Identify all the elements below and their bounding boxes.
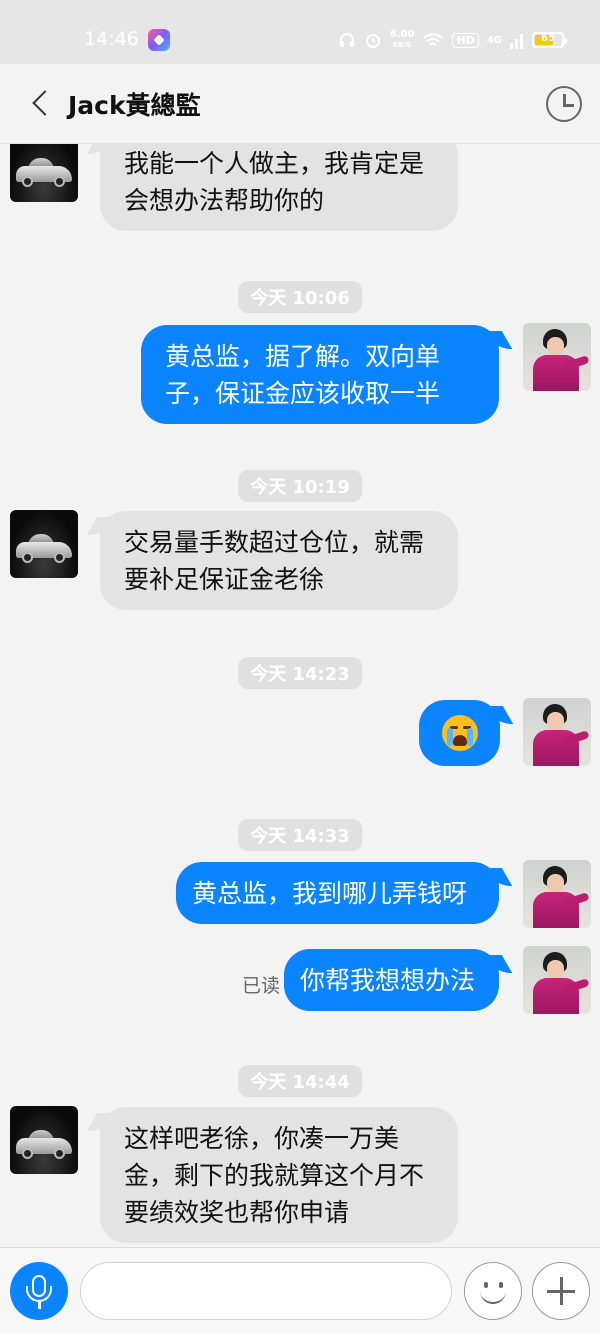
smiley-eye	[499, 1282, 503, 1288]
car-wheel	[54, 1148, 65, 1159]
message-line: 黄总监，据了解。双向单	[165, 342, 441, 371]
timestamp-divider: 今天 10:19	[238, 470, 362, 502]
wifi-icon	[423, 33, 444, 46]
back-button[interactable]	[26, 88, 54, 120]
hd-icon: HD	[452, 32, 479, 48]
car-wheel	[22, 552, 33, 563]
emoji-tear	[446, 728, 453, 746]
car-wheel	[22, 176, 33, 187]
network-type: 4G	[486, 34, 502, 46]
net-speed: 6.00 KB/S	[390, 30, 415, 50]
more-options-button[interactable]	[532, 1262, 590, 1320]
status-bar: 14:46 6.00 KB/S HD 4G 65	[0, 0, 600, 64]
microphone-stand	[26, 1286, 52, 1302]
chat-header: Jack黃總監	[0, 64, 600, 144]
car-wheel	[54, 176, 65, 187]
input-bar	[0, 1247, 600, 1333]
message-line: 我能一个人做主，我肯定是	[124, 149, 425, 178]
signal-icon	[510, 34, 523, 49]
status-icons: 6.00 KB/S HD 4G 65	[338, 26, 567, 54]
microphone-stem	[38, 1302, 41, 1309]
message-line: 你帮我想想办法	[300, 966, 476, 995]
net-speed-unit: KB/S	[392, 41, 412, 49]
emoji-tear	[466, 728, 473, 746]
message-bubble-incoming[interactable]: 交易量手数超过仓位，就需 要补足保证金老徐	[100, 511, 458, 610]
user-avatar[interactable]	[523, 323, 591, 391]
headphones-icon	[339, 33, 354, 47]
avatar-face	[547, 874, 564, 892]
app-badge-icon	[148, 29, 170, 51]
timestamp-divider: 今天 14:23	[238, 657, 362, 689]
message-line: 这样吧老徐，你凑一万美	[124, 1124, 400, 1153]
message-line: 子，保证金应该收取一半	[165, 379, 441, 408]
timestamp-divider: 今天 14:44	[238, 1065, 362, 1097]
user-avatar[interactable]	[523, 698, 591, 766]
message-line: 黄总监，我到哪儿弄钱呀	[192, 879, 468, 908]
status-time: 14:46	[84, 28, 139, 50]
emoji-button[interactable]	[464, 1262, 522, 1320]
emoji-mouth	[452, 735, 467, 746]
avatar-face	[547, 960, 564, 978]
avatar-face	[547, 712, 564, 730]
chat-title: Jack黃總監	[68, 91, 201, 120]
message-bubble-outgoing[interactable]: 黄总监，我到哪儿弄钱呀	[176, 862, 499, 924]
contact-avatar[interactable]	[10, 510, 78, 578]
read-receipt: 已读	[242, 975, 281, 997]
message-bubble-outgoing[interactable]: 黄总监，据了解。双向单 子，保证金应该收取一半	[141, 325, 499, 424]
message-line: 金，剩下的我就算这个月不	[124, 1161, 425, 1190]
contact-avatar[interactable]	[10, 144, 78, 202]
message-line: 要补足保证金老徐	[124, 565, 325, 594]
loudly-crying-face-icon	[441, 715, 478, 751]
timestamp-divider: 今天 14:33	[238, 819, 362, 851]
smiley-icon	[480, 1291, 506, 1304]
battery-level: 65	[541, 33, 555, 44]
message-bubble-incoming[interactable]: 我能一个人做主，我肯定是 会想办法帮助你的	[100, 144, 458, 231]
message-bubble-incoming[interactable]: 这样吧老徐，你凑一万美 金，剩下的我就算这个月不 要绩效奖也帮你申请	[100, 1107, 458, 1243]
message-line: 要绩效奖也帮你申请	[124, 1198, 350, 1227]
net-speed-value: 6.00	[389, 29, 415, 40]
message-line: 会想办法帮助你的	[124, 186, 325, 215]
car-wheel	[22, 1148, 33, 1159]
avatar-face	[547, 337, 564, 355]
smiley-eye	[484, 1282, 488, 1288]
contact-avatar[interactable]	[10, 1106, 78, 1174]
battery-icon: 65	[532, 32, 567, 48]
message-bubble-outgoing[interactable]: 你帮我想想办法	[284, 949, 499, 1011]
voice-input-button[interactable]	[10, 1262, 68, 1320]
message-input[interactable]	[80, 1262, 452, 1320]
message-bubble-outgoing[interactable]	[419, 700, 500, 766]
message-list[interactable]: 我能一个人做主，我肯定是 会想办法帮助你的 今天 10:06 黄总监，据了解。双…	[0, 144, 600, 1247]
message-line: 交易量手数超过仓位，就需	[124, 528, 425, 557]
history-clock-icon[interactable]	[546, 86, 582, 122]
user-avatar[interactable]	[523, 860, 591, 928]
user-avatar[interactable]	[523, 946, 591, 1014]
alarm-icon	[365, 34, 380, 48]
car-wheel	[54, 552, 65, 563]
timestamp-divider: 今天 10:06	[238, 281, 362, 313]
